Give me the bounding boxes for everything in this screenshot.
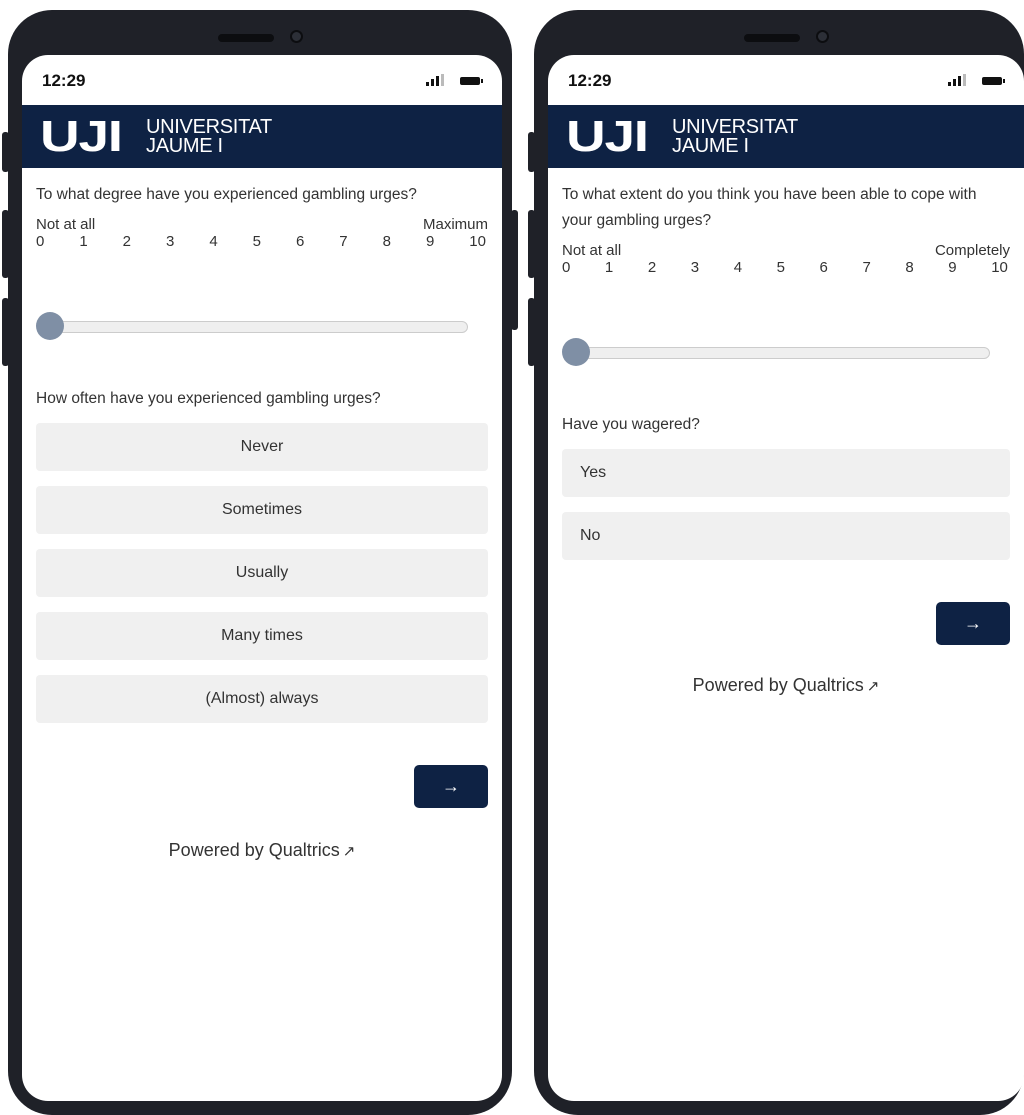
scale-tick-6: 6 (295, 233, 305, 250)
survey-content: To what degree have you experienced gamb… (22, 182, 502, 861)
status-bar: 12:29 (22, 55, 502, 105)
status-time: 12:29 (568, 71, 612, 90)
scale-tick-8: 8 (382, 233, 391, 250)
scale-tick-3: 3 (690, 259, 700, 276)
question-wagered: Have you wagered? (562, 416, 700, 433)
option-usually[interactable]: Usually (36, 549, 488, 597)
phone-frame-right: 12:29 UJI UNIVERSITAT JAUME I To what ex… (528, 10, 1024, 1115)
scale-tick-7: 7 (339, 233, 348, 250)
scale-end-labels: Not at all Maximum (36, 216, 488, 233)
question-coping: To what extent do you think you have bee… (562, 186, 977, 229)
slider-thumb[interactable] (36, 312, 64, 340)
signal-bars-icon (426, 74, 444, 86)
phone-speaker (218, 34, 274, 42)
uji-logo: UJI UNIVERSITAT JAUME I (566, 111, 798, 161)
question-urge-frequency: How often have you experienced gambling … (36, 390, 381, 407)
slider-track[interactable] (42, 321, 468, 333)
signal-bars-icon (948, 74, 966, 86)
university-banner: UJI UNIVERSITAT JAUME I (22, 105, 502, 168)
battery-icon (982, 77, 1005, 85)
scale-tick-1: 1 (79, 233, 88, 250)
slider-track[interactable] (568, 347, 990, 359)
option-sometimes[interactable]: Sometimes (36, 486, 488, 534)
phone-side-button (2, 298, 9, 366)
scale-tick-1: 1 (604, 259, 614, 276)
scale-ticks: 0 1 2 3 4 5 6 7 8 9 10 (562, 259, 1010, 276)
option-almost-always[interactable]: (Almost) always (36, 675, 488, 723)
scale-tick-3: 3 (165, 233, 175, 250)
scale-tick-2: 2 (122, 233, 131, 250)
option-no[interactable]: No (562, 512, 1010, 560)
next-row: → (562, 602, 1010, 645)
logo-mark: UJI (40, 111, 123, 161)
option-many-times[interactable]: Many times (36, 612, 488, 660)
survey-content: To what extent do you think you have bee… (548, 182, 1024, 696)
scale-tick-9: 9 (425, 233, 435, 250)
scale-tick-5: 5 (776, 259, 785, 276)
phone-side-button (528, 298, 535, 366)
powered-by-link[interactable]: Powered by Qualtrics ↗ (562, 675, 1010, 696)
phone-camera (816, 30, 829, 43)
scale-tick-7: 7 (862, 259, 871, 276)
scale-max-label: Completely (934, 242, 1010, 259)
scale-tick-4: 4 (733, 259, 743, 276)
phone-side-button (528, 132, 535, 172)
scale-min-label: Not at all (562, 242, 622, 259)
scale-tick-6: 6 (819, 259, 828, 276)
option-yes[interactable]: Yes (562, 449, 1010, 497)
scale-end-labels: Not at all Completely (562, 242, 1010, 259)
powered-by-text: Powered by Qualtrics (692, 675, 864, 695)
question-urge-degree: To what degree have you experienced gamb… (36, 186, 417, 203)
scale-tick-2: 2 (647, 259, 657, 276)
phone-screen: 12:29 UJI UNIVERSITAT JAUME I To what de… (22, 55, 502, 1101)
next-button[interactable]: → (936, 602, 1010, 645)
slider-thumb[interactable] (562, 338, 590, 366)
powered-by-link[interactable]: Powered by Qualtrics ↗ (36, 840, 488, 861)
scale-tick-10: 10 (991, 259, 1008, 276)
status-time: 12:29 (42, 71, 86, 90)
scale-min-label: Not at all (36, 216, 96, 233)
university-banner: UJI UNIVERSITAT JAUME I (548, 105, 1024, 168)
battery-icon (460, 77, 483, 85)
urge-degree-slider[interactable] (36, 312, 488, 342)
next-button[interactable]: → (414, 765, 488, 808)
next-row: → (36, 765, 488, 808)
powered-by-text: Powered by Qualtrics (168, 840, 340, 860)
coping-slider[interactable] (562, 338, 1010, 368)
scale-tick-9: 9 (948, 259, 957, 276)
phone-screen: 12:29 UJI UNIVERSITAT JAUME I To what ex… (548, 55, 1024, 1101)
phone-side-button (528, 210, 535, 278)
scale-tick-10: 10 (469, 233, 486, 250)
scale-ticks: 0 1 2 3 4 5 6 7 8 9 10 (36, 233, 488, 250)
scale-tick-0: 0 (36, 233, 45, 250)
phone-speaker (744, 34, 800, 42)
option-never[interactable]: Never (36, 423, 488, 471)
phone-side-button (2, 210, 9, 278)
external-link-icon: ↗ (866, 678, 880, 695)
uji-logo: UJI UNIVERSITAT JAUME I (40, 111, 272, 161)
scale-max-label: Maximum (422, 216, 488, 233)
phone-side-button (2, 132, 9, 172)
phone-camera (290, 30, 303, 43)
scale-tick-0: 0 (562, 259, 571, 276)
scale-tick-5: 5 (252, 233, 261, 250)
external-link-icon: ↗ (342, 843, 356, 860)
logo-mark: UJI (566, 111, 649, 161)
status-bar: 12:29 (548, 55, 1024, 105)
phone-frame-left: 12:29 UJI UNIVERSITAT JAUME I To what de… (2, 10, 518, 1115)
scale-tick-8: 8 (905, 259, 914, 276)
phone-side-button (511, 210, 518, 330)
scale-tick-4: 4 (209, 233, 218, 250)
